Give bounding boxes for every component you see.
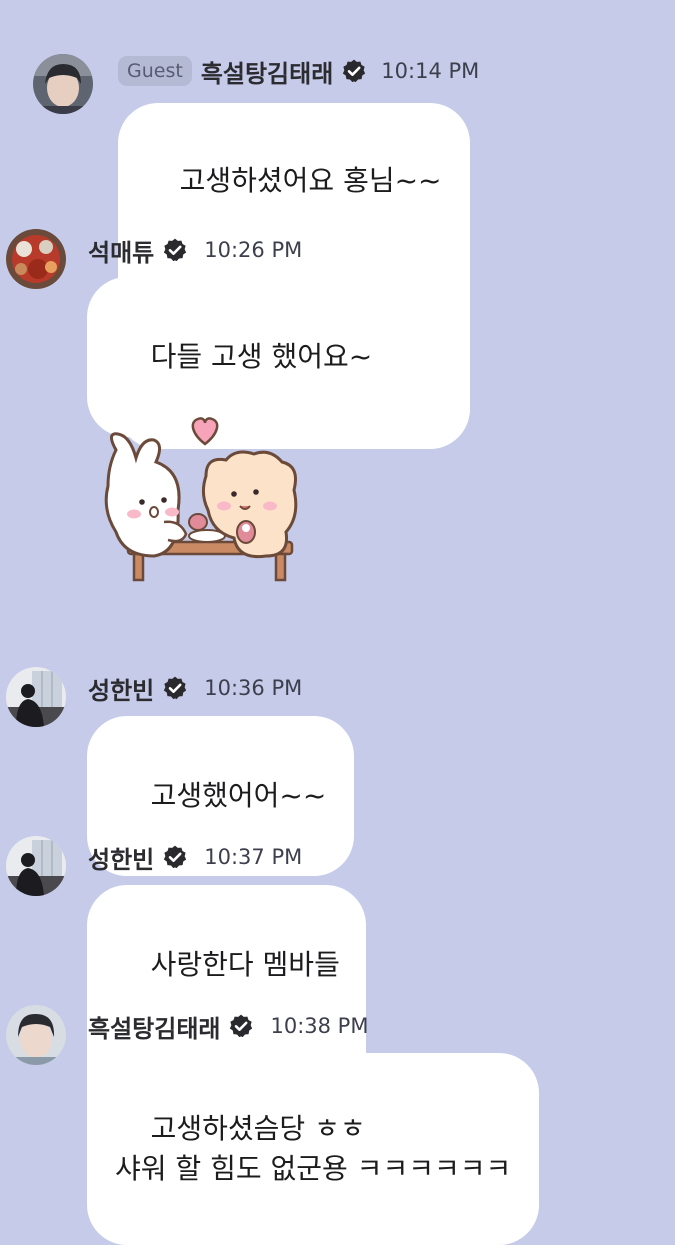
message-time: 10:26 PM <box>204 238 303 262</box>
message-header: 성한빈 10:37 PM <box>88 840 302 874</box>
message-bubble[interactable]: 다들 고생 했어요~ <box>87 277 401 437</box>
guest-badge: Guest <box>118 56 192 86</box>
message-time: 10:38 PM <box>270 1014 369 1038</box>
avatar[interactable] <box>6 1005 66 1065</box>
message-text: 다들 고생 했어요~ <box>150 340 373 373</box>
verified-badge-icon <box>228 1013 254 1039</box>
avatar[interactable] <box>6 836 66 896</box>
message-time: 10:14 PM <box>381 59 480 83</box>
message-header: 석매튜 10:26 PM <box>88 233 302 267</box>
verified-badge-icon <box>162 675 188 701</box>
message-text: 고생하셨어요 홍님~~ <box>179 164 442 197</box>
message-text: 사랑한다 멤바들 <box>150 948 340 981</box>
message-header: 성한빈 10:36 PM <box>88 671 302 705</box>
message-text: 고생했어어~~ <box>150 779 327 812</box>
sender-name[interactable]: 성한빈 <box>88 840 154 875</box>
sender-name[interactable]: 흑설탕김태래 <box>88 1009 220 1044</box>
message-text: 고생하셨슴당 ㅎㅎ 샤워 할 힘도 없군용 ㅋㅋㅋㅋㅋㅋ <box>115 1112 512 1185</box>
message-header: Guest 흑설탕김태래 10:14 PM <box>118 54 479 88</box>
verified-badge-icon <box>341 58 367 84</box>
bunny-and-bear-sticker[interactable] <box>94 414 316 590</box>
avatar[interactable] <box>6 229 66 289</box>
verified-badge-icon <box>162 237 188 263</box>
boy-face-emoji-icon <box>182 201 218 316</box>
message-time: 10:37 PM <box>204 845 303 869</box>
sender-name[interactable]: 성한빈 <box>88 671 154 706</box>
avatar[interactable] <box>33 54 93 114</box>
message-bubble[interactable]: 고생하셨슴당 ㅎㅎ 샤워 할 힘도 없군용 ㅋㅋㅋㅋㅋㅋ <box>87 1053 540 1245</box>
sender-name[interactable]: 석매튜 <box>88 233 154 268</box>
message-time: 10:36 PM <box>204 676 303 700</box>
avatar[interactable] <box>6 667 66 727</box>
sender-name[interactable]: 흑설탕김태래 <box>201 54 333 89</box>
verified-badge-icon <box>162 844 188 870</box>
message-header: 흑설탕김태래 10:38 PM <box>88 1009 368 1043</box>
